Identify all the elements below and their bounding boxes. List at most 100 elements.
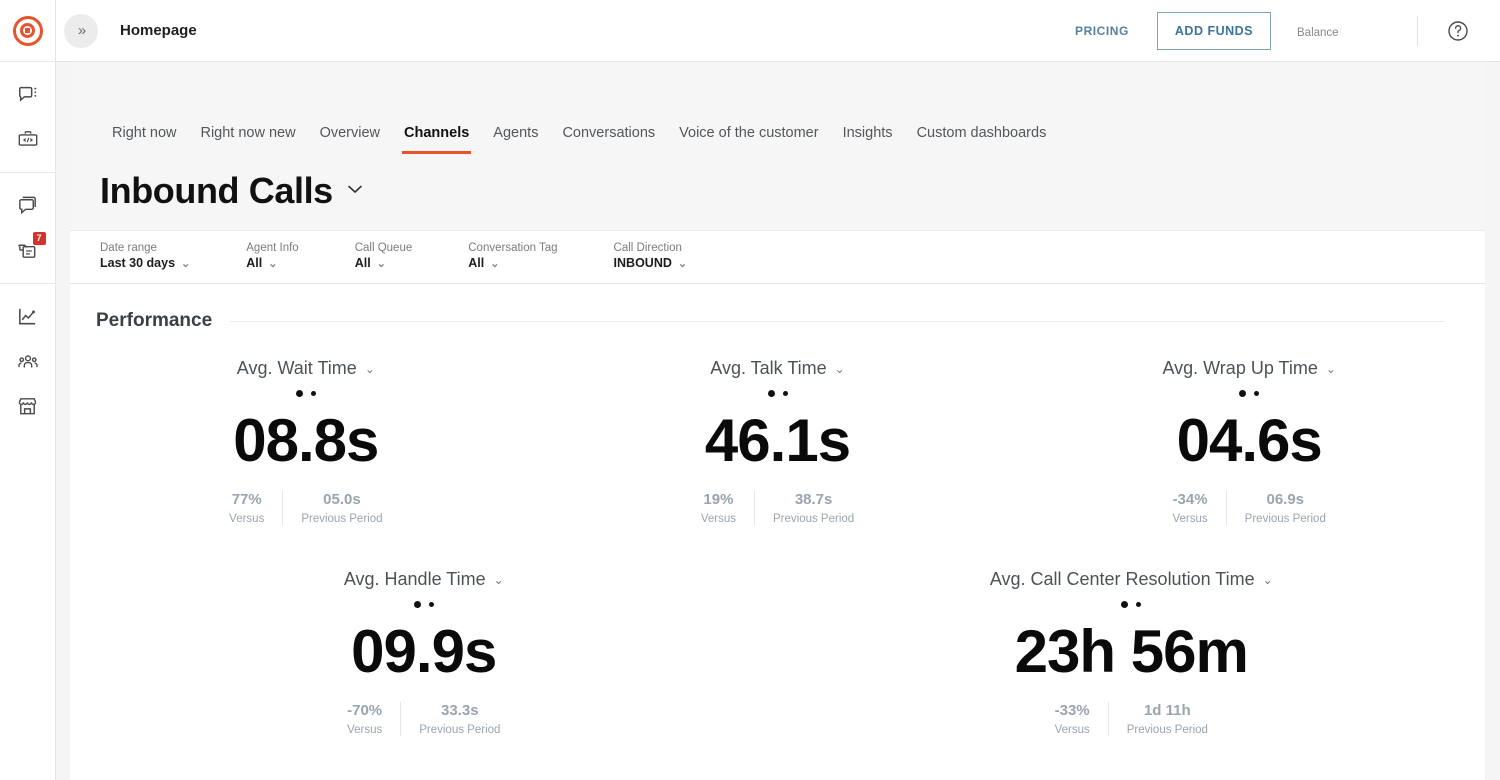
- filter-value-text: All: [468, 256, 485, 270]
- filter-value-text: All: [246, 256, 263, 270]
- metric-previous-value: 06.9s: [1266, 491, 1305, 508]
- filter-agent-info[interactable]: Agent Info All ⌄: [246, 242, 298, 270]
- filter-value[interactable]: All ⌄: [468, 256, 557, 270]
- tickets-icon[interactable]: 7: [0, 228, 56, 273]
- metric-value: 08.8s: [233, 407, 379, 474]
- metric-previous-value: 38.7s: [794, 491, 833, 508]
- metric-change: -34% Versus: [1155, 491, 1226, 525]
- filter-value[interactable]: INBOUND ⌄: [614, 256, 688, 270]
- metric-previous-label: Previous Period: [773, 513, 855, 525]
- balance-display[interactable]: Balance: [1297, 0, 1401, 61]
- metric-change-label: Versus: [229, 513, 265, 525]
- metric-change-value: 19%: [703, 491, 734, 508]
- add-funds-button[interactable]: ADD FUNDS: [1156, 11, 1271, 50]
- metric-change: -33% Versus: [1037, 702, 1108, 736]
- filter-call-queue[interactable]: Call Queue All ⌄: [355, 242, 413, 270]
- chat-menu-icon[interactable]: [0, 72, 56, 117]
- metric-previous: 38.7s Previous Period: [754, 491, 872, 525]
- metric-previous-label: Previous Period: [301, 513, 383, 525]
- filter-value[interactable]: Last 30 days ⌄: [100, 256, 190, 270]
- metric-previous-label: Previous Period: [1126, 724, 1208, 736]
- main-panel: Right now Right now new Overview Channel…: [70, 62, 1485, 780]
- pricing-link[interactable]: PRICING: [1071, 18, 1133, 44]
- tickets-badge: 7: [32, 232, 46, 245]
- tab-channels[interactable]: Channels: [392, 125, 481, 154]
- section-divider: [230, 320, 1445, 322]
- tab-insights[interactable]: Insights: [831, 125, 905, 154]
- filter-label: Agent Info: [246, 242, 299, 254]
- section-title: Performance: [96, 310, 213, 331]
- metric-change-label: Versus: [347, 724, 383, 736]
- chevron-down-icon: ⌄: [834, 361, 845, 376]
- filter-label: Date range: [100, 242, 157, 254]
- metric-comparison: 19% Versus 38.7s Previous Period: [683, 491, 872, 525]
- metric-change-label: Versus: [1172, 513, 1208, 525]
- sidebar-group-2: 7: [0, 172, 56, 283]
- tab-voice-of-customer[interactable]: Voice of the customer: [667, 125, 830, 154]
- metric-previous: 06.9s Previous Period: [1225, 491, 1344, 525]
- metric-change-label: Versus: [700, 513, 736, 525]
- chevron-down-icon: ⌄: [376, 257, 386, 270]
- help-icon[interactable]: [1446, 19, 1470, 43]
- conversations-icon[interactable]: [0, 183, 56, 228]
- target-logo-icon: [12, 15, 43, 46]
- filter-call-direction[interactable]: Call Direction INBOUND ⌄: [614, 242, 688, 270]
- metric-comparison: -33% Versus 1d 11h Previous Period: [1037, 702, 1226, 736]
- app-root: 7 » Homepage PRICING ADD FUNDS Balance R…: [0, 0, 1500, 780]
- metric-comparison: -70% Versus 33.3s Previous Period: [329, 702, 518, 736]
- double-chevron-right-icon[interactable]: »: [64, 13, 98, 48]
- filter-value[interactable]: All ⌄: [246, 256, 298, 270]
- metric-previous: 05.0s Previous Period: [282, 491, 400, 525]
- metric-card-avg-handle-time: Avg. Handle Time ⌄ 09.9s -70% Versus 33.…: [70, 569, 778, 736]
- chevron-down-icon[interactable]: [345, 182, 365, 200]
- metric-title-text: Avg. Talk Time: [710, 358, 827, 378]
- tab-right-now-new[interactable]: Right now new: [188, 125, 307, 154]
- tab-agents[interactable]: Agents: [481, 125, 550, 154]
- metric-comparison: -34% Versus 06.9s Previous Period: [1155, 491, 1344, 525]
- metric-title[interactable]: Avg. Handle Time ⌄: [344, 569, 504, 590]
- team-icon[interactable]: [0, 339, 56, 384]
- metric-previous: 1d 11h Previous Period: [1107, 702, 1226, 736]
- filter-value[interactable]: All ⌄: [355, 256, 413, 270]
- sidebar-group-3: [0, 283, 56, 439]
- metric-title[interactable]: Avg. Wrap Up Time ⌄: [1162, 358, 1335, 379]
- metric-title-text: Avg. Wait Time: [236, 358, 357, 378]
- filter-conversation-tag[interactable]: Conversation Tag All ⌄: [468, 242, 557, 270]
- filter-bar: Date range Last 30 days ⌄ Agent Info All…: [70, 230, 1485, 284]
- metric-change: 77% Versus: [211, 491, 282, 525]
- metric-title[interactable]: Avg. Wait Time ⌄: [237, 358, 375, 379]
- metric-previous-label: Previous Period: [1244, 513, 1326, 525]
- metric-card-avg-wrap-up-time: Avg. Wrap Up Time ⌄ 04.6s -34% Versus 06…: [1013, 358, 1485, 525]
- marketplace-icon[interactable]: [0, 384, 56, 429]
- chevron-down-icon: ⌄: [493, 572, 504, 587]
- loading-dots-indicator: [1121, 600, 1142, 608]
- left-sidebar: 7: [0, 0, 56, 780]
- metric-title[interactable]: Avg. Talk Time ⌄: [710, 358, 844, 379]
- tab-right-now[interactable]: Right now: [100, 125, 188, 154]
- loading-dots-indicator: [1239, 389, 1260, 397]
- metric-card-avg-wait-time: Avg. Wait Time ⌄ 08.8s 77% Versus 05.0s …: [70, 358, 542, 525]
- app-logo[interactable]: [0, 0, 56, 62]
- metric-previous: 33.3s Previous Period: [400, 702, 518, 736]
- loading-dots-indicator: [767, 389, 788, 397]
- metric-title[interactable]: Avg. Call Center Resolution Time ⌄: [990, 569, 1273, 590]
- analytics-icon[interactable]: [0, 294, 56, 339]
- chevron-down-icon: ⌄: [1262, 572, 1273, 587]
- metric-change-label: Versus: [1054, 724, 1090, 736]
- breadcrumb: Homepage: [120, 22, 197, 39]
- metrics-row-2: Avg. Handle Time ⌄ 09.9s -70% Versus 33.…: [70, 525, 1485, 736]
- top-bar-actions: PRICING ADD FUNDS Balance: [1071, 0, 1500, 61]
- tab-overview[interactable]: Overview: [308, 125, 392, 154]
- page-title: Inbound Calls: [100, 170, 333, 211]
- page-title-row[interactable]: Inbound Calls: [70, 154, 1485, 230]
- metric-previous-value: 1d 11h: [1143, 702, 1191, 719]
- tab-conversations[interactable]: Conversations: [550, 125, 667, 154]
- developer-tools-icon[interactable]: [0, 117, 56, 162]
- dashboard-content: Performance Avg. Wait Time ⌄ 08.8s 77% V: [70, 284, 1485, 780]
- chevron-down-icon: ⌄: [181, 257, 191, 270]
- chevron-down-icon: ⌄: [268, 257, 278, 270]
- tab-custom-dashboards[interactable]: Custom dashboards: [905, 125, 1059, 154]
- metrics-row-1: Avg. Wait Time ⌄ 08.8s 77% Versus 05.0s …: [70, 332, 1485, 525]
- metric-value: 46.1s: [704, 407, 851, 474]
- filter-date-range[interactable]: Date range Last 30 days ⌄: [100, 242, 190, 270]
